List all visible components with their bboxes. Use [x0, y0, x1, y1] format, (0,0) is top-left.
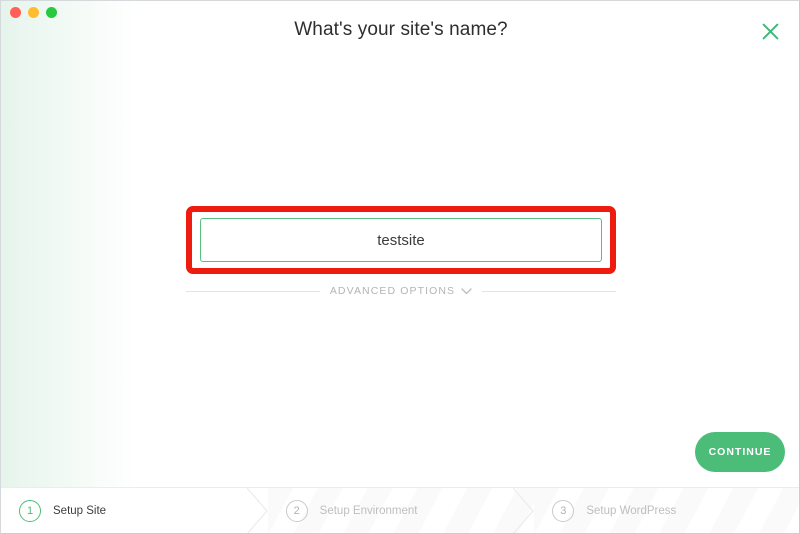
advanced-options-label: ADVANCED OPTIONS	[329, 285, 456, 297]
step-item-setup-environment[interactable]: 2 Setup Environment	[267, 488, 535, 533]
step-item-setup-site[interactable]: 1 Setup Site	[1, 488, 268, 533]
site-name-field-group	[186, 206, 616, 274]
step-number-badge: 3	[552, 499, 575, 522]
left-gradient-panel	[1, 1, 136, 489]
window-traffic-lights	[10, 7, 57, 18]
chevron-down-icon	[461, 287, 472, 294]
step-separator-chevron-icon	[246, 488, 268, 533]
advanced-options-toggle[interactable]: ADVANCED OPTIONS	[186, 282, 616, 300]
close-icon[interactable]	[757, 18, 783, 44]
app-window: What's your site's name? ADVANCED OPTION…	[0, 0, 800, 534]
window-close-button[interactable]	[10, 7, 21, 18]
step-label: Setup Environment	[319, 504, 418, 517]
step-label: Setup Site	[53, 504, 107, 517]
window-maximize-button[interactable]	[46, 7, 57, 18]
divider-right	[482, 290, 616, 292]
step-number-badge: 2	[285, 499, 308, 522]
site-name-input[interactable]	[200, 218, 602, 262]
step-label: Setup WordPress	[586, 504, 677, 517]
step-separator-chevron-icon	[513, 488, 535, 533]
step-item-setup-wordpress[interactable]: 3 Setup WordPress	[534, 488, 799, 533]
window-minimize-button[interactable]	[28, 7, 39, 18]
page-title: What's your site's name?	[294, 19, 508, 40]
setup-step-bar: 1 Setup Site 2 Setup Environment 3 Setup…	[1, 487, 799, 533]
divider-left	[186, 290, 320, 292]
continue-button[interactable]: CONTINUE	[695, 432, 785, 472]
step-number-badge: 1	[19, 499, 41, 522]
